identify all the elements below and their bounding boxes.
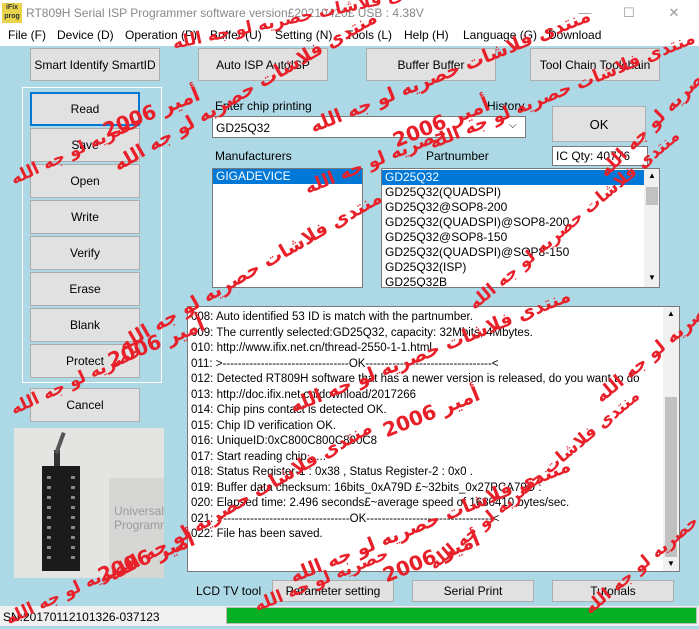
list-item[interactable]: GD25Q32(QUADSPI)@SOP8-150 xyxy=(382,245,644,260)
list-item[interactable]: GD25Q32(QUADSPI)@SOP8-200 xyxy=(382,215,644,230)
list-item[interactable]: GIGADEVICE xyxy=(213,169,362,184)
close-icon[interactable]: ✕ xyxy=(664,4,684,22)
chip-combobox[interactable]: GD25Q32 ⌵ xyxy=(212,116,526,138)
list-item[interactable]: GD25Q32@SOP8-150 xyxy=(382,230,644,245)
scrollbar-thumb[interactable] xyxy=(646,187,658,205)
write-button[interactable]: Write xyxy=(30,200,140,234)
partnumber-label: Partnumber xyxy=(426,149,489,163)
device-label: Universal Programmer xyxy=(114,504,164,532)
log-line: 022: File has been saved. xyxy=(191,528,323,540)
log-line: 019: Buffer data checksum: 16bits_0xA79D… xyxy=(191,481,542,494)
log-line: 020: Elapsed time: 2.496 seconds£~averag… xyxy=(191,497,570,509)
menu-download[interactable]: Download xyxy=(548,28,601,42)
parameter-setting-button[interactable]: Parameter setting xyxy=(272,580,394,602)
log-line: 021: >---------------------------------O… xyxy=(191,512,500,525)
log-line: 014: Chip pins contact is detected OK. xyxy=(191,404,387,416)
menu-tools[interactable]: Tools (L) xyxy=(346,28,392,42)
manufacturers-list[interactable]: GIGADEVICE xyxy=(212,168,363,288)
smart-identify-button[interactable]: Smart Identify SmartID xyxy=(30,48,160,81)
serial-number: SN:20170112101326-037123 xyxy=(3,610,160,624)
read-button[interactable]: Read xyxy=(30,92,140,126)
log-line: 012: Detected RT809H software that has a… xyxy=(191,373,640,385)
menu-language[interactable]: Language (G) xyxy=(463,28,537,42)
save-button[interactable]: Save xyxy=(30,128,140,162)
list-item[interactable]: GD25Q32@SOP8-200 xyxy=(382,200,644,215)
scrollbar-thumb[interactable] xyxy=(665,397,677,557)
lcd-tv-tool-label[interactable]: LCD TV tool xyxy=(196,584,261,598)
blank-button[interactable]: Blank xyxy=(30,308,140,342)
minimize-icon[interactable]: — xyxy=(575,4,595,22)
scroll-down-icon[interactable]: ▼ xyxy=(667,559,675,568)
scroll-down-icon[interactable]: ▼ xyxy=(648,273,656,282)
log-line: 008: Auto identified 53 ID is match with… xyxy=(191,311,473,323)
menu-setting[interactable]: Setting (N) xyxy=(275,28,332,42)
scroll-up-icon[interactable]: ▲ xyxy=(667,309,675,318)
progress-fill xyxy=(227,608,696,623)
list-item[interactable]: GD25Q32B xyxy=(382,275,644,287)
log-line: 013: http://doc.ifix.net.cn/download/201… xyxy=(191,388,417,401)
tutorials-button[interactable]: Tutorials xyxy=(552,580,674,602)
log-line: 011: >---------------------------------O… xyxy=(191,357,499,370)
buffer-button[interactable]: Buffer Buffer xyxy=(366,48,496,81)
log-line: 010: http://www.ifix.net.cn/thread-2550-… xyxy=(191,342,432,354)
chip-input[interactable]: GD25Q32 xyxy=(216,121,270,135)
window-title: RT809H Serial ISP Programmer software ve… xyxy=(26,6,424,20)
chevron-down-icon[interactable]: ⌵ xyxy=(509,120,517,131)
enter-chip-label: Enter chip printing xyxy=(215,99,312,113)
erase-button[interactable]: Erase xyxy=(30,272,140,306)
menu-operation[interactable]: Operation (P) xyxy=(125,28,197,42)
menu-buffer[interactable]: Buffer (U) xyxy=(210,28,262,42)
programmer-photo: Universal Programmer xyxy=(14,428,164,578)
menu-file[interactable]: File (F) xyxy=(8,28,46,42)
log-output[interactable]: 008: Auto identified 53 ID is match with… xyxy=(187,306,680,572)
auto-isp-button[interactable]: Auto ISP AutoISP xyxy=(198,48,328,81)
list-item[interactable]: GD25Q32(ISP) xyxy=(382,260,644,275)
log-scrollbar[interactable]: ▲ ▼ xyxy=(663,307,679,571)
list-item[interactable]: GD25Q32 xyxy=(382,170,644,185)
zif-socket-icon xyxy=(14,428,164,578)
cancel-button[interactable]: Cancel xyxy=(30,388,140,422)
verify-button[interactable]: Verify xyxy=(30,236,140,270)
partnumber-scrollbar[interactable]: ▲ ▼ xyxy=(644,169,659,287)
serial-print-button[interactable]: Serial Print xyxy=(412,580,534,602)
app-logo-icon: iFix prog xyxy=(2,3,22,23)
list-item[interactable]: GD25Q32(QUADSPI) xyxy=(382,185,644,200)
ok-button[interactable]: OK xyxy=(552,106,646,142)
log-line: 016: UniqueID:0xC800C800C800C8 xyxy=(191,435,378,447)
log-line: 015: Chip ID verification OK. xyxy=(191,419,337,432)
menu-help[interactable]: Help (H) xyxy=(404,28,449,42)
open-button[interactable]: Open xyxy=(30,164,140,198)
log-line: 009: The currently selected:GD25Q32, cap… xyxy=(191,326,533,339)
history-label: History xyxy=(487,99,525,113)
manufacturers-label: Manufacturers xyxy=(215,149,292,163)
maximize-icon[interactable]: ☐ xyxy=(619,4,639,22)
protect-button[interactable]: Protect xyxy=(30,344,140,378)
log-line: 017: Start reading chip...... xyxy=(191,450,326,463)
scroll-up-icon[interactable]: ▲ xyxy=(648,171,656,180)
partnumber-list[interactable]: GD25Q32 GD25Q32(QUADSPI) GD25Q32@SOP8-20… xyxy=(381,168,660,288)
progress-bar xyxy=(226,607,697,624)
tool-chain-button[interactable]: Tool Chain Toolchain xyxy=(530,48,660,81)
menu-device[interactable]: Device (D) xyxy=(57,28,114,42)
ic-qty-field: IC Qty: 40776 xyxy=(552,146,648,166)
log-line: 018: Status Register-1 : 0x38 , Status R… xyxy=(191,466,473,478)
